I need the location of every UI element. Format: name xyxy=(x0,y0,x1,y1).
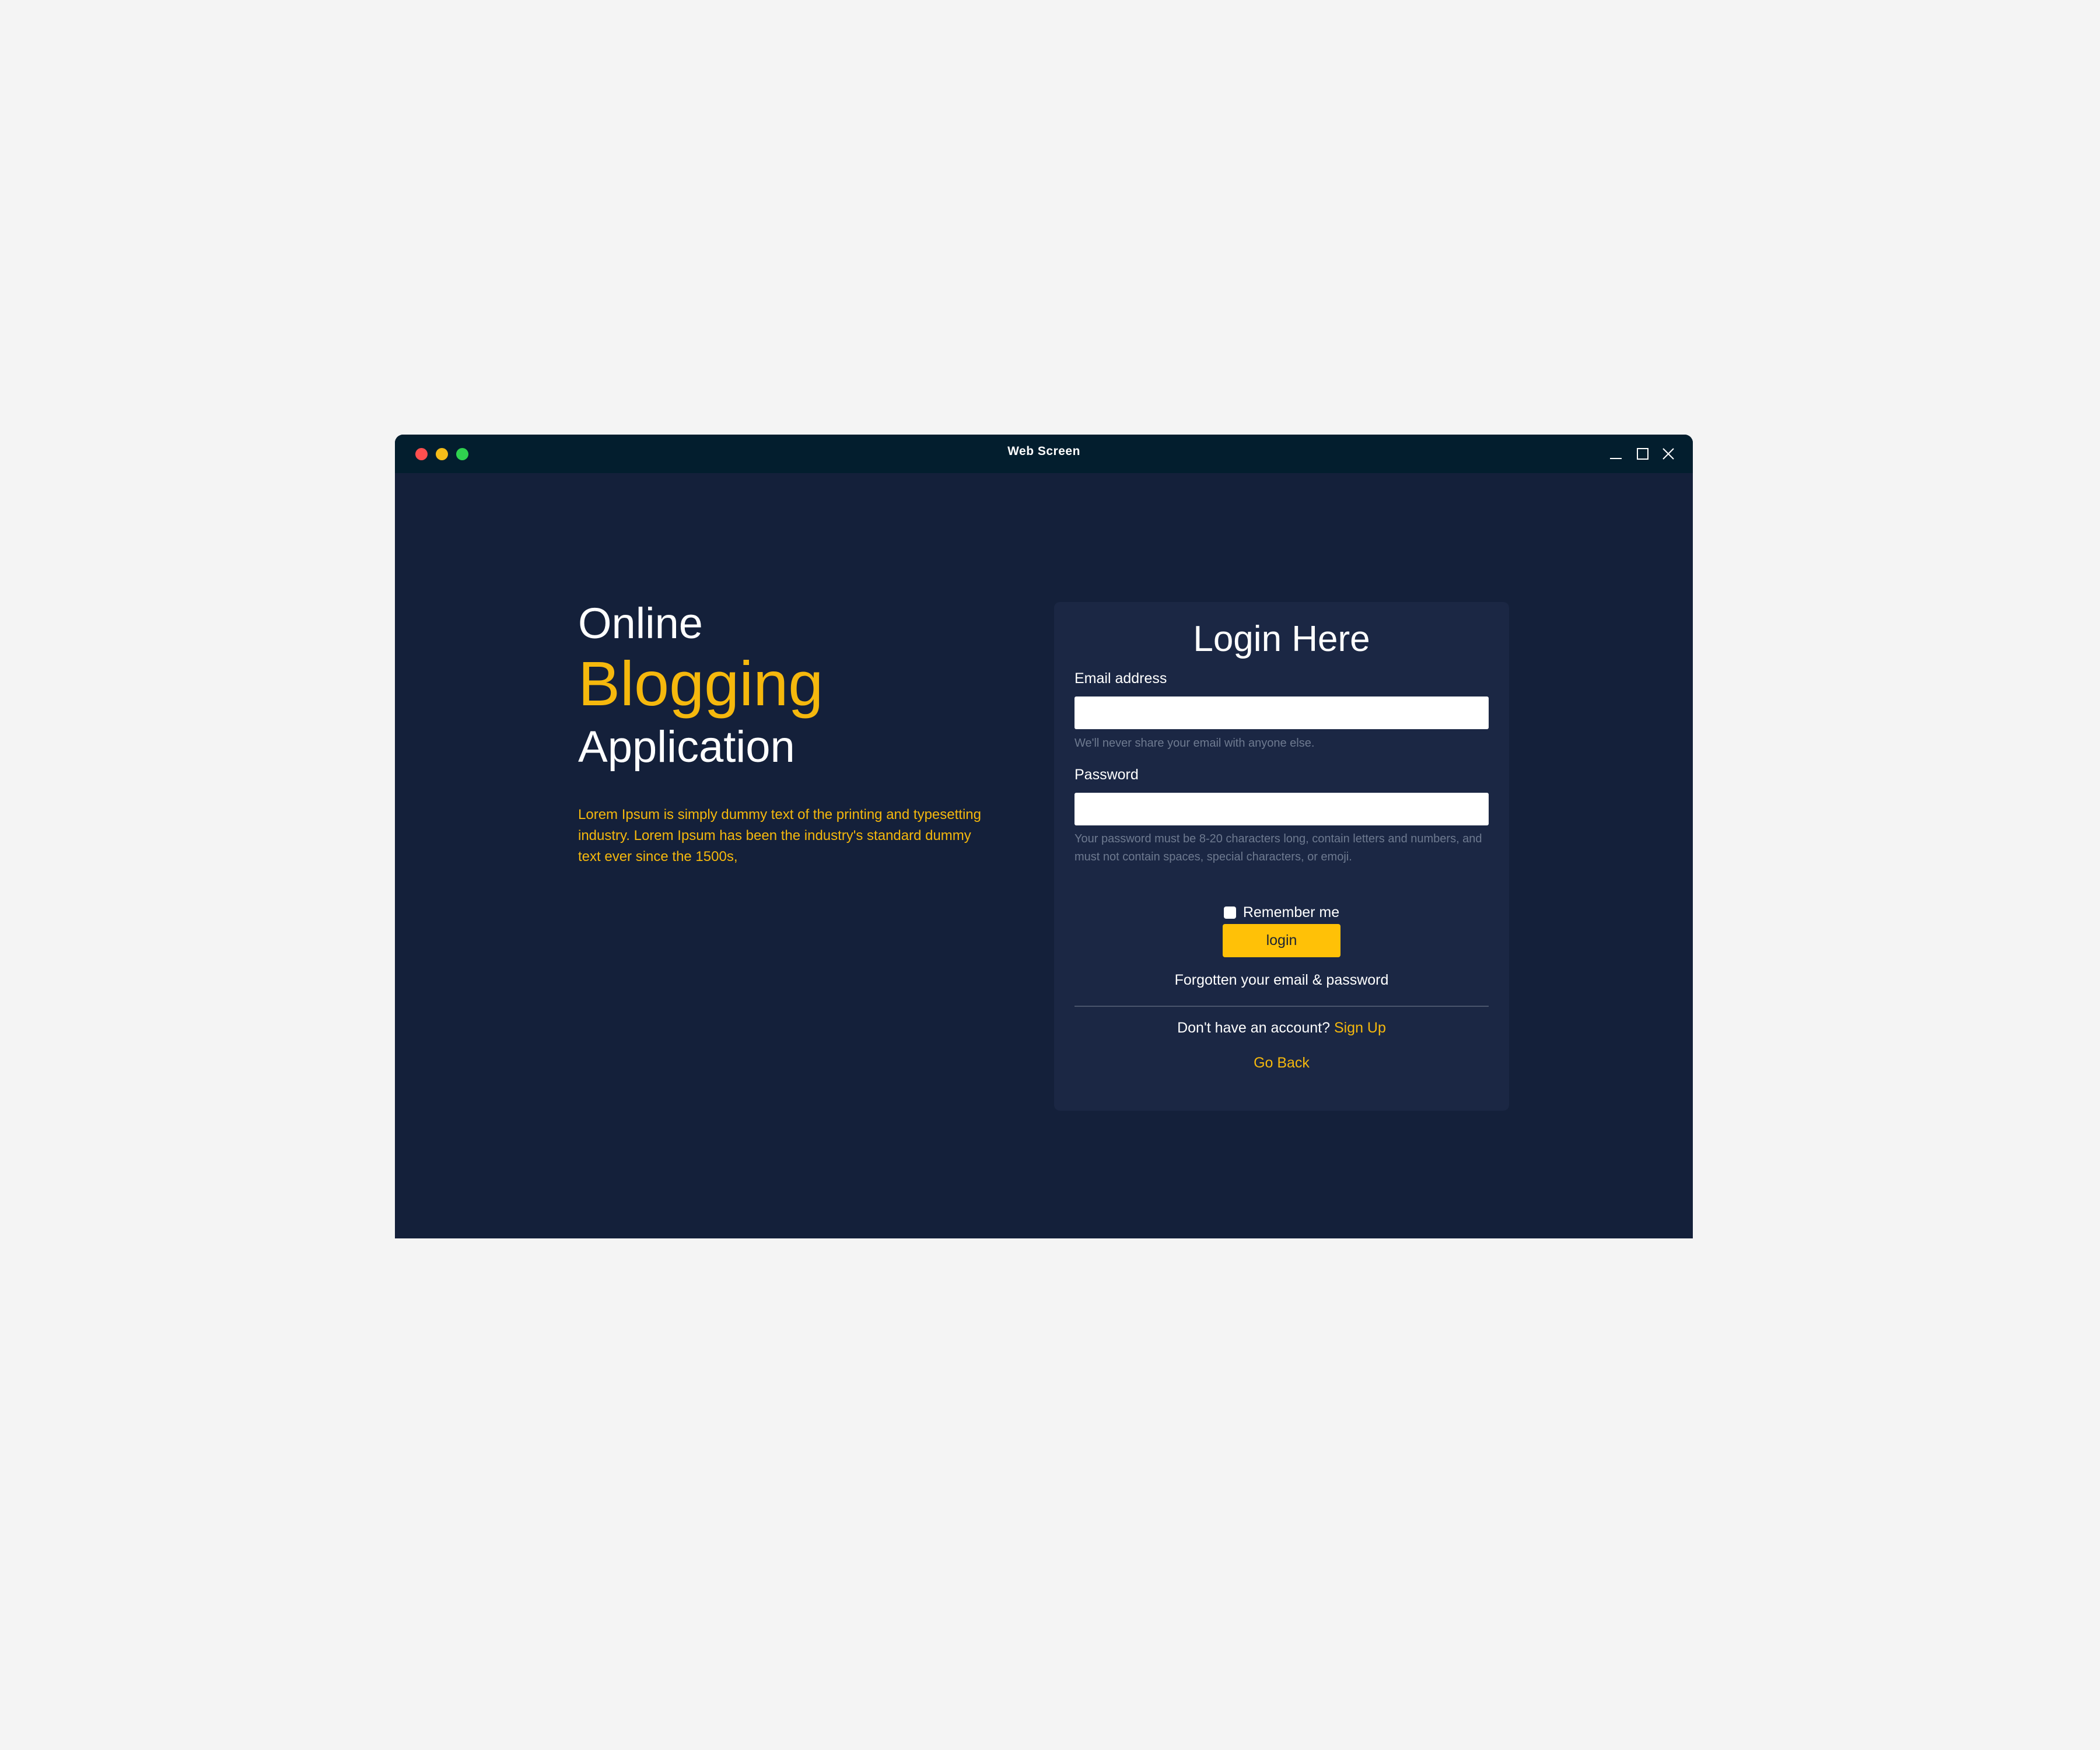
password-label: Password xyxy=(1074,766,1139,783)
remember-me-label: Remember me xyxy=(1242,904,1340,921)
email-field[interactable] xyxy=(1074,696,1489,729)
no-account-text: Don't have an account? xyxy=(1177,1020,1330,1036)
forgot-password-link[interactable]: Forgotten your email & password xyxy=(1054,972,1509,989)
signup-row: Don't have an account? Sign Up xyxy=(1054,1020,1509,1037)
password-hint: Your password must be 8-20 characters lo… xyxy=(1074,832,1482,863)
hero-section: Online Blogging Application Lorem Ipsum … xyxy=(578,598,998,881)
login-card: Login Here Email address We'll never sha… xyxy=(1054,602,1509,1111)
password-field[interactable] xyxy=(1074,793,1489,825)
maximize-icon[interactable] xyxy=(1635,446,1650,461)
hero-description: Lorem Ipsum is simply dummy text of the … xyxy=(578,807,981,864)
hero-title-line3: Application xyxy=(578,722,795,772)
login-button[interactable]: login xyxy=(1223,924,1340,957)
close-icon[interactable] xyxy=(1661,446,1676,461)
email-hint: We'll never share your email with anyone… xyxy=(1074,737,1315,750)
remember-me-checkbox[interactable] xyxy=(1223,907,1236,919)
minimize-icon[interactable] xyxy=(1608,446,1623,461)
divider xyxy=(1074,1006,1489,1007)
window-title: Web Screen xyxy=(1007,444,1080,458)
email-label: Email address xyxy=(1074,670,1167,687)
signup-link[interactable]: Sign Up xyxy=(1334,1020,1386,1036)
go-back-link[interactable]: Go Back xyxy=(1054,1055,1509,1072)
login-title: Login Here xyxy=(1193,619,1370,659)
hero-title-line2: Blogging xyxy=(578,648,824,719)
hero-title-line1: Online xyxy=(578,599,703,648)
app-window: Web Screen Online Blogging Application L… xyxy=(395,435,1693,1238)
title-bar: Web Screen xyxy=(395,435,1693,473)
remember-me-row[interactable]: Remember me xyxy=(1054,904,1509,921)
